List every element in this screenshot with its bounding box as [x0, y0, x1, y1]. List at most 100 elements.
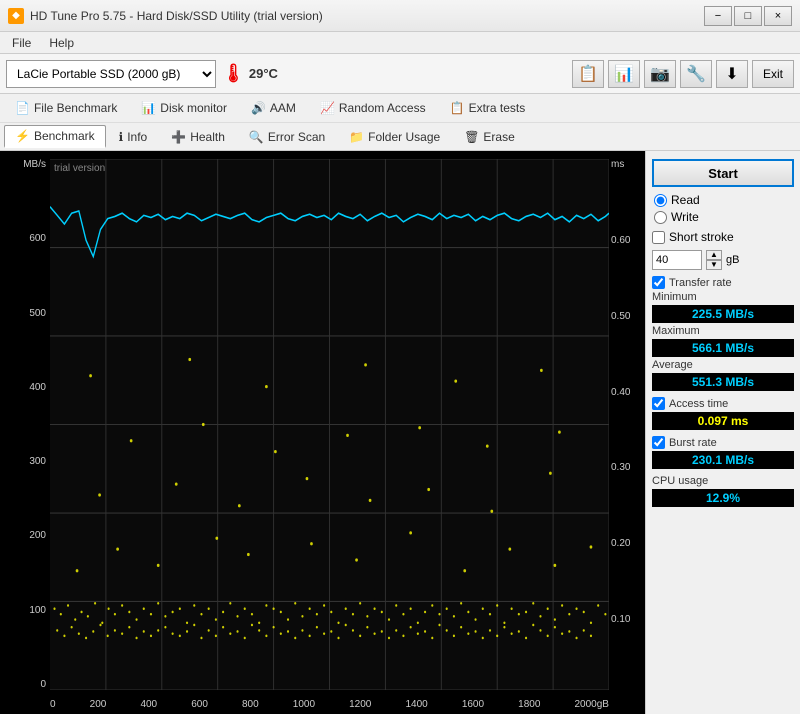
tab-aam[interactable]: 🔊 AAM — [240, 97, 307, 119]
tab-extra-tests[interactable]: 📋 Extra tests — [439, 97, 537, 119]
folder-usage-icon: 📁 — [349, 130, 364, 144]
cpu-usage-label: CPU usage — [652, 475, 794, 487]
tab-file-benchmark[interactable]: 📄 File Benchmark — [4, 97, 128, 119]
short-stroke-item[interactable]: Short stroke — [652, 230, 794, 244]
tab-disk-monitor[interactable]: 📊 Disk monitor — [130, 97, 238, 119]
minimize-button[interactable]: − — [704, 6, 732, 26]
transfer-rate-block: Transfer rate Minimum 225.5 MB/s Maximum… — [652, 276, 794, 391]
right-panel: Start Read Write Short stroke ▲ ▼ gB — [645, 151, 800, 714]
tab-random-access[interactable]: 📈 Random Access — [309, 97, 437, 119]
toolbar-btn-2[interactable]: 📊 — [608, 60, 640, 88]
tab-error-scan[interactable]: 🔍 Error Scan — [238, 126, 336, 148]
menu-file[interactable]: File — [4, 34, 39, 51]
access-time-checkbox[interactable] — [652, 397, 665, 410]
tab-health[interactable]: ➕ Health — [160, 126, 236, 148]
maximum-label: Maximum — [652, 325, 794, 337]
window-controls: − □ × — [704, 6, 792, 26]
y-label-0: 0 — [40, 679, 46, 690]
radio-write[interactable] — [654, 211, 667, 224]
minimum-value: 225.5 MB/s — [652, 305, 794, 323]
radio-read[interactable] — [654, 194, 667, 207]
y-right-0.60: 0.60 — [611, 235, 630, 246]
aam-icon: 🔊 — [251, 101, 266, 115]
y-right-ms: ms — [611, 159, 624, 170]
average-label: Average — [652, 359, 794, 371]
spin-up-button[interactable]: ▲ — [706, 250, 722, 260]
spin-input-row: ▲ ▼ gB — [652, 250, 794, 270]
x-label-800: 800 — [242, 699, 259, 710]
toolbar-btn-1[interactable]: 📋 — [572, 60, 604, 88]
toolbar-icons: 📋 📊 📷 🔧 ⬇ Exit — [572, 60, 794, 88]
y-label-200: 200 — [29, 530, 46, 541]
y-label-600: 600 — [29, 233, 46, 244]
trial-version-text: trial version — [54, 163, 105, 174]
cpu-usage-block: CPU usage 12.9% — [652, 475, 794, 507]
toolbar-btn-5[interactable]: ⬇ — [716, 60, 748, 88]
read-label: Read — [671, 193, 700, 207]
burst-rate-label: Burst rate — [669, 437, 717, 449]
spin-input-value[interactable] — [652, 250, 702, 270]
close-button[interactable]: × — [764, 6, 792, 26]
transfer-rate-checkbox-item[interactable]: Transfer rate — [652, 276, 794, 289]
x-label-0: 0 — [50, 699, 56, 710]
y-label-400: 400 — [29, 382, 46, 393]
burst-rate-block: Burst rate 230.1 MB/s — [652, 436, 794, 469]
app-icon: ◆ — [8, 8, 24, 24]
drive-selector[interactable]: LaCie Portable SSD (2000 gB) — [6, 60, 216, 88]
tab-benchmark[interactable]: ⚡ Benchmark — [4, 125, 106, 148]
y-right-0.20: 0.20 — [611, 538, 630, 549]
average-value: 551.3 MB/s — [652, 373, 794, 391]
exit-button[interactable]: Exit — [752, 60, 794, 88]
chart-canvas — [50, 159, 609, 690]
y-right-0.30: 0.30 — [611, 462, 630, 473]
temperature-value: 29°C — [249, 66, 278, 81]
tab-folder-usage[interactable]: 📁 Folder Usage — [338, 126, 451, 148]
x-label-1800: 1800 — [518, 699, 540, 710]
spin-down-button[interactable]: ▼ — [706, 260, 722, 270]
y-right-0.10: 0.10 — [611, 614, 630, 625]
radio-write-item[interactable]: Write — [654, 210, 794, 224]
short-stroke-checkbox[interactable] — [652, 231, 665, 244]
access-time-checkbox-item[interactable]: Access time — [652, 397, 794, 410]
menu-help[interactable]: Help — [41, 34, 82, 51]
toolbar-btn-3[interactable]: 📷 — [644, 60, 676, 88]
x-axis: 0 200 400 600 800 1000 1200 1400 1600 18… — [50, 699, 609, 710]
cpu-usage-value: 12.9% — [652, 489, 794, 507]
window-title: HD Tune Pro 5.75 - Hard Disk/SSD Utility… — [30, 9, 323, 23]
write-label: Write — [671, 210, 699, 224]
transfer-rate-checkbox[interactable] — [652, 276, 665, 289]
main-content: MB/s 600 500 400 300 200 100 0 — [0, 151, 800, 714]
tab-row-2: ⚡ Benchmark ℹ Info ➕ Health 🔍 Error Scan… — [0, 122, 800, 150]
tab-row-1: 📄 File Benchmark 📊 Disk monitor 🔊 AAM 📈 … — [0, 94, 800, 122]
extra-tests-icon: 📋 — [450, 101, 465, 115]
minimum-label: Minimum — [652, 291, 794, 303]
radio-group: Read Write — [652, 193, 794, 224]
x-label-1600: 1600 — [462, 699, 484, 710]
access-time-value: 0.097 ms — [652, 412, 794, 430]
radio-read-item[interactable]: Read — [654, 193, 794, 207]
tab-erase[interactable]: 🗑 Erase — [453, 126, 526, 148]
y-label-mbs: MB/s — [23, 159, 46, 170]
tab-info[interactable]: ℹ Info — [108, 126, 159, 148]
x-label-1200: 1200 — [349, 699, 371, 710]
y-label-100: 100 — [29, 605, 46, 616]
file-benchmark-icon: 📄 — [15, 101, 30, 115]
burst-rate-checkbox[interactable] — [652, 436, 665, 449]
title-bar: ◆ HD Tune Pro 5.75 - Hard Disk/SSD Utili… — [0, 0, 800, 32]
x-label-1400: 1400 — [405, 699, 427, 710]
burst-rate-checkbox-item[interactable]: Burst rate — [652, 436, 794, 449]
spin-unit-label: gB — [726, 254, 739, 266]
menu-bar: File Help — [0, 32, 800, 54]
tabs-container: 📄 File Benchmark 📊 Disk monitor 🔊 AAM 📈 … — [0, 94, 800, 151]
access-time-label: Access time — [669, 398, 728, 410]
chart-area: MB/s 600 500 400 300 200 100 0 — [0, 151, 645, 714]
toolbar-btn-4[interactable]: 🔧 — [680, 60, 712, 88]
short-stroke-label: Short stroke — [669, 230, 734, 244]
benchmark-icon: ⚡ — [15, 129, 30, 143]
error-scan-icon: 🔍 — [249, 130, 264, 144]
y-label-500: 500 — [29, 308, 46, 319]
start-button[interactable]: Start — [652, 159, 794, 187]
maximize-button[interactable]: □ — [734, 6, 762, 26]
y-axis-right: ms 0.60 0.50 0.40 0.30 0.20 0.10 — [609, 159, 645, 690]
x-label-400: 400 — [140, 699, 157, 710]
